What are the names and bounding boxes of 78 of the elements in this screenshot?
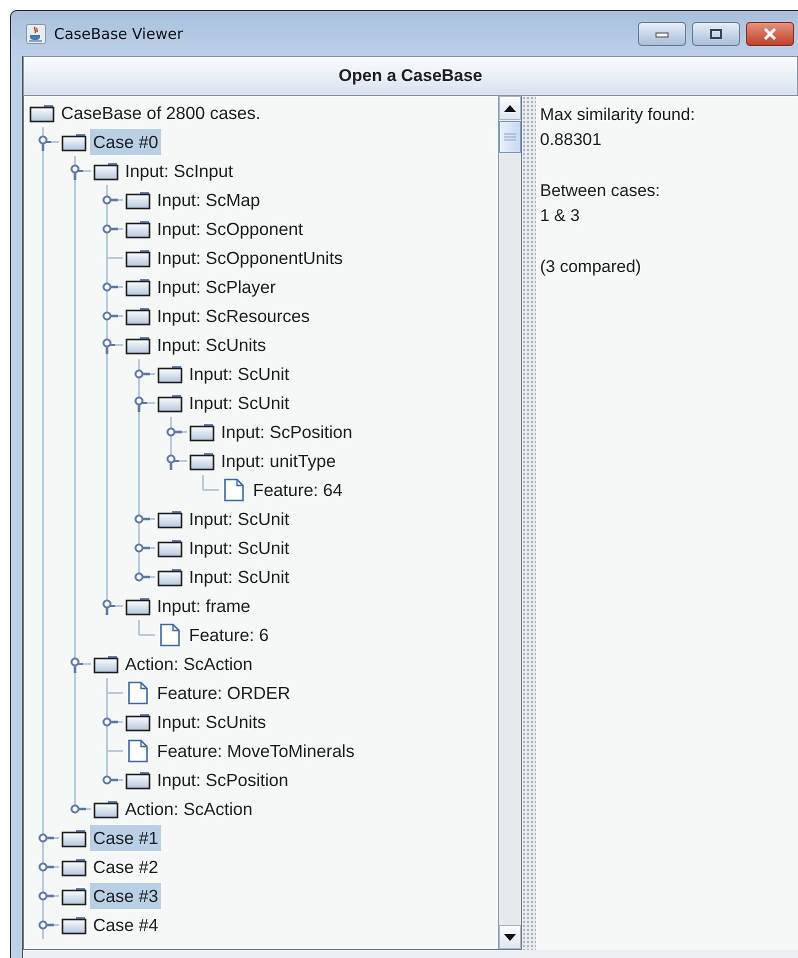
folder-icon [157, 538, 183, 558]
document-icon [125, 680, 151, 704]
tree-node[interactable]: Case #2 [90, 854, 162, 880]
folder-icon [125, 248, 151, 268]
folder-icon [189, 450, 215, 470]
folder-icon [125, 190, 151, 210]
tree-node[interactable]: Input: ScResources [154, 302, 313, 328]
tree-node[interactable]: Input: unitType [218, 448, 339, 474]
window-title: CaseBase Viewer [54, 24, 183, 42]
coffee-cup-icon [26, 24, 46, 44]
document-icon [221, 478, 247, 502]
tree-node[interactable]: Input: ScInput [122, 158, 236, 184]
folder-icon [125, 770, 151, 790]
folder-icon [125, 218, 151, 238]
scroll-thumb[interactable] [499, 121, 521, 153]
folder-icon [125, 596, 151, 616]
folder-icon [93, 654, 119, 674]
folder-icon [61, 856, 87, 876]
folder-icon [61, 914, 87, 934]
maximize-button[interactable] [692, 22, 740, 46]
close-icon [762, 28, 778, 40]
document-icon [157, 622, 183, 646]
tree-node[interactable]: Input: ScOpponentUnits [154, 244, 346, 270]
tree-node[interactable]: Input: ScUnit [186, 360, 292, 386]
minimize-icon [655, 30, 669, 38]
tree-node[interactable]: Input: ScUnit [186, 390, 292, 416]
up-arrow-icon [504, 104, 516, 112]
info-text: Max similarity found: [540, 104, 696, 126]
folder-icon [157, 364, 183, 384]
tree-node[interactable]: Feature: 64 [250, 476, 346, 502]
folder-icon [93, 798, 119, 818]
tree-node[interactable]: Input: ScPosition [218, 418, 356, 444]
folder-icon [61, 828, 87, 848]
folder-icon [93, 160, 119, 180]
tree-node[interactable]: Case #3 [90, 882, 162, 908]
down-arrow-icon [504, 934, 516, 940]
folder-icon [29, 102, 55, 122]
tree-node[interactable]: Input: ScMap [154, 186, 264, 212]
tree-node[interactable]: Input: ScUnits [154, 708, 269, 734]
tree-node[interactable]: Feature: MoveToMinerals [154, 738, 358, 764]
tree-node[interactable]: Input: ScPlayer [154, 274, 279, 300]
tree-node[interactable]: Feature: ORDER [154, 680, 294, 706]
folder-icon [125, 276, 151, 296]
folder-icon [157, 508, 183, 528]
tree-node[interactable]: Input: frame [154, 592, 254, 618]
folder-icon [189, 422, 215, 442]
close-button[interactable] [746, 22, 794, 46]
tree-node[interactable]: Input: ScUnit [186, 506, 292, 532]
tree-node[interactable]: Feature: 6 [186, 622, 272, 648]
tree-node[interactable]: Input: ScOpponent [154, 216, 306, 242]
tree-node[interactable]: Action: ScAction [122, 796, 256, 822]
folder-icon [125, 306, 151, 326]
maximize-icon [709, 28, 723, 40]
folder-icon [61, 132, 87, 152]
scroll-down-button[interactable] [499, 925, 521, 949]
tree-node[interactable]: Input: ScUnits [154, 332, 269, 358]
folder-icon [125, 334, 151, 354]
info-text: 1 & 3 [540, 205, 581, 227]
tree-node[interactable]: CaseBase of 2800 cases. [58, 100, 264, 126]
open-casebase-button[interactable]: Open a CaseBase [23, 56, 798, 96]
folder-icon [125, 712, 151, 732]
info-text: Between cases: [540, 180, 662, 202]
scroll-up-button[interactable] [499, 96, 521, 120]
folder-icon [157, 392, 183, 412]
tree-node[interactable]: Case #1 [90, 824, 162, 850]
tree-node[interactable]: Case #4 [90, 912, 162, 938]
vertical-scrollbar[interactable] [498, 96, 521, 949]
folder-icon [61, 886, 87, 906]
tree-node[interactable]: Input: ScUnit [186, 564, 292, 590]
tree-node[interactable]: Case #0 [90, 128, 162, 154]
tree-node[interactable]: Input: ScUnit [186, 534, 292, 560]
info-text: 0.88301 [540, 129, 602, 151]
tree-node[interactable]: Action: ScAction [122, 650, 256, 676]
folder-icon [157, 566, 183, 586]
document-icon [125, 738, 151, 762]
minimize-button[interactable] [638, 22, 686, 46]
info-text: (3 compared) [540, 256, 642, 278]
tree-node[interactable]: Input: ScPosition [154, 766, 292, 792]
